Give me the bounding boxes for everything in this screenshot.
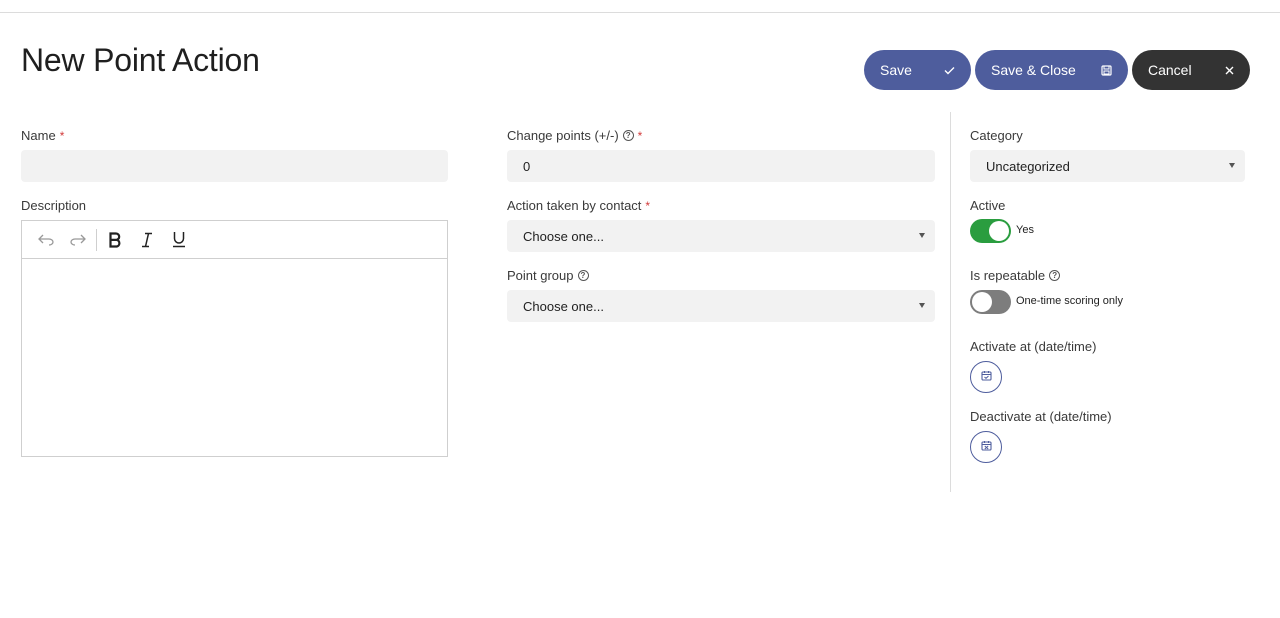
is-repeatable-toggle-text: One-time scoring only bbox=[1016, 295, 1123, 307]
action-taken-label: Action taken by contact * bbox=[507, 198, 650, 213]
action-taken-selected-value: Choose one... bbox=[523, 228, 604, 244]
cancel-button[interactable]: Cancel bbox=[1132, 50, 1250, 90]
is-repeatable-label: Is repeatable ? bbox=[970, 268, 1061, 283]
editor-toolbar bbox=[22, 221, 447, 259]
calendar-icon bbox=[980, 368, 992, 386]
redo-icon[interactable] bbox=[62, 225, 94, 255]
column-divider bbox=[950, 112, 951, 492]
editor-content-area[interactable] bbox=[22, 259, 447, 457]
description-label-text: Description bbox=[21, 198, 87, 213]
underline-icon[interactable] bbox=[163, 225, 195, 255]
active-toggle-text: Yes bbox=[1016, 224, 1034, 236]
active-toggle[interactable] bbox=[970, 219, 1011, 243]
calendar-icon bbox=[980, 438, 992, 456]
deactivate-at-label-text: Deactivate at (date/time) bbox=[970, 409, 1112, 424]
save-close-button[interactable]: Save & Close bbox=[975, 50, 1128, 90]
save-button-label: Save bbox=[880, 62, 912, 78]
change-points-value: 0 bbox=[523, 158, 531, 174]
category-selected-value: Uncategorized bbox=[986, 158, 1070, 174]
is-repeatable-label-text: Is repeatable bbox=[970, 268, 1046, 283]
point-group-label: Point group ? bbox=[507, 268, 589, 283]
toggle-knob bbox=[989, 221, 1009, 241]
caret-down-icon bbox=[1229, 163, 1235, 168]
activate-at-label: Activate at (date/time) bbox=[970, 339, 1096, 354]
close-icon bbox=[1225, 66, 1234, 75]
top-divider bbox=[0, 12, 1280, 13]
action-taken-label-text: Action taken by contact bbox=[507, 198, 642, 213]
change-points-label-text: Change points (+/-) bbox=[507, 128, 619, 143]
point-group-select[interactable]: Choose one... bbox=[507, 290, 935, 322]
page-title: New Point Action bbox=[21, 42, 260, 78]
bold-icon[interactable] bbox=[99, 225, 131, 255]
category-label-text: Category bbox=[970, 128, 1023, 143]
toggle-knob bbox=[972, 292, 992, 312]
required-mark: * bbox=[645, 198, 651, 213]
name-label: Name * bbox=[21, 128, 64, 143]
caret-down-icon bbox=[919, 233, 925, 238]
description-label: Description bbox=[21, 198, 86, 213]
deactivate-at-label: Deactivate at (date/time) bbox=[970, 409, 1112, 424]
caret-down-icon bbox=[919, 303, 925, 308]
cancel-button-label: Cancel bbox=[1148, 62, 1192, 78]
toolbar-separator bbox=[96, 228, 97, 251]
floppy-disk-icon bbox=[1101, 64, 1112, 76]
help-circle-icon[interactable]: ? bbox=[1049, 270, 1061, 281]
is-repeatable-toggle[interactable] bbox=[970, 290, 1011, 314]
action-taken-select[interactable]: Choose one... bbox=[507, 220, 935, 252]
point-group-selected-value: Choose one... bbox=[523, 298, 604, 314]
change-points-label: Change points (+/-) ? * bbox=[507, 128, 642, 143]
save-button[interactable]: Save bbox=[864, 50, 971, 90]
point-group-label-text: Point group bbox=[507, 268, 574, 283]
save-close-button-label: Save & Close bbox=[991, 62, 1076, 78]
help-circle-icon[interactable]: ? bbox=[577, 270, 589, 281]
change-points-input[interactable]: 0 bbox=[507, 150, 935, 182]
italic-icon[interactable] bbox=[131, 225, 163, 255]
check-icon bbox=[944, 66, 955, 75]
active-label: Active bbox=[970, 198, 1005, 213]
required-mark: * bbox=[59, 128, 65, 143]
category-label: Category bbox=[970, 128, 1023, 143]
deactivate-at-calendar-button[interactable] bbox=[970, 431, 1002, 463]
help-circle-icon[interactable]: ? bbox=[622, 130, 634, 141]
description-editor bbox=[21, 220, 448, 457]
undo-icon[interactable] bbox=[30, 225, 62, 255]
activate-at-calendar-button[interactable] bbox=[970, 361, 1002, 393]
name-input[interactable] bbox=[21, 150, 448, 182]
activate-at-label-text: Activate at (date/time) bbox=[970, 339, 1097, 354]
active-label-text: Active bbox=[970, 198, 1006, 213]
category-select[interactable]: Uncategorized bbox=[970, 150, 1245, 182]
name-label-text: Name bbox=[21, 128, 56, 143]
required-mark: * bbox=[637, 128, 643, 143]
